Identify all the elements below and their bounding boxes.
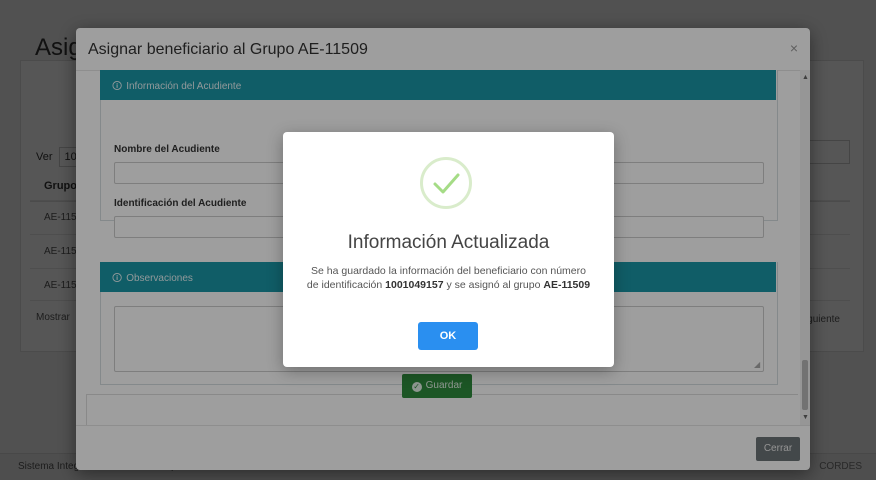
alert-message: Se ha guardado la información del benefi… xyxy=(305,264,592,292)
success-check-icon xyxy=(420,157,472,209)
alert-group: AE-11509 xyxy=(543,279,591,291)
check-mark-icon xyxy=(433,173,460,194)
alert-id-number: 1001049157 xyxy=(385,279,444,291)
alert-title: Información Actualizada xyxy=(347,232,550,253)
ok-button[interactable]: OK xyxy=(418,322,478,350)
success-alert: Información Actualizada Se ha guardado l… xyxy=(283,132,614,367)
alert-message-middle: y se asignó al grupo xyxy=(446,279,541,291)
